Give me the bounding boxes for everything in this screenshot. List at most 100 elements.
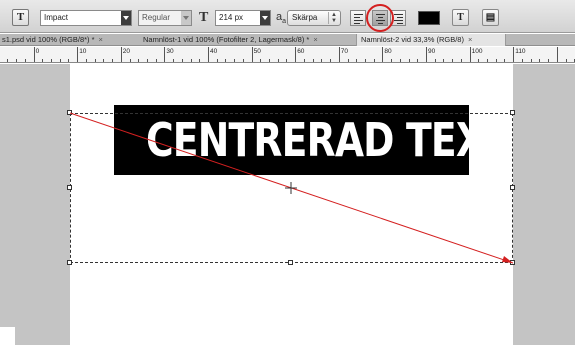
ruler-tick [530,59,532,62]
ruler-tick [234,59,236,62]
close-icon[interactable]: × [468,35,472,44]
ruler-label: 20 [122,48,131,55]
ruler-tick [303,59,305,62]
ruler-tick [356,59,358,62]
text-color-swatch[interactable] [418,11,440,25]
ruler-tick [277,59,279,62]
ruler-tick [399,59,401,62]
handle-bottom-middle[interactable] [288,260,293,265]
ruler-tick [426,47,427,62]
font-style-value: Regular [142,13,171,22]
ruler-tick [434,59,436,62]
ruler-tick [33,47,35,62]
text-bounding-box[interactable] [70,113,513,263]
ruler-tick [338,47,340,62]
highlight-circle [366,4,394,32]
ruler-tick [42,59,44,62]
ruler-label: 40 [210,48,218,55]
ruler-tick [85,59,87,62]
ruler-tick [208,47,209,62]
handle-top-right[interactable] [510,110,515,115]
font-size-icon: T [199,10,209,25]
horizontal-ruler[interactable]: 100102030405060708090100110 [0,47,575,63]
ruler-tick [112,59,114,62]
antialias-icon: aa [276,11,287,26]
ruler-label: 50 [253,48,261,55]
ruler-label: 60 [297,48,305,55]
font-family-select[interactable]: Impact [40,10,132,26]
align-left-button[interactable] [350,10,366,26]
chevron-down-icon [260,11,270,25]
ruler-tick [312,59,314,62]
ruler-tick [24,59,26,62]
tab-namnlost-1[interactable]: Namnlöst-1 vid 100% (Fotofilter 2, Lager… [143,34,353,46]
ruler-tick [330,59,332,62]
ruler-label: 70 [340,48,349,55]
align-left-icon [354,14,363,26]
ruler-tick [7,59,9,62]
ruler-tick [565,59,567,62]
ruler-tick [155,59,157,62]
handle-middle-right[interactable] [510,185,515,190]
align-right-icon [394,14,403,26]
chevron-down-icon [121,11,131,25]
ruler-tick [373,59,375,62]
warp-text-icon: T [457,12,464,23]
ruler-tick [260,59,262,62]
font-family-value: Impact [44,13,69,22]
close-icon[interactable]: × [99,35,103,44]
ruler-label: 100 [471,48,483,55]
ruler-tick [513,47,515,62]
tab-label: Namnlöst-1 vid 100% (Fotofilter 2, Lager… [143,35,310,44]
ruler-tick [321,59,323,62]
handle-middle-left[interactable] [67,185,72,190]
panel-icon: ▤ [485,12,496,23]
ruler-tick [469,47,471,62]
ruler-tick [138,59,140,62]
ruler-tick [286,59,288,62]
ruler-label: 30 [166,48,174,55]
ruler-tick [146,59,148,62]
antialias-select[interactable]: Skärpa ▲ ▼ [287,10,341,26]
ruler-label: 0 [35,48,40,55]
ruler-tick [408,59,410,62]
tab-namnlost-2[interactable]: Namnlöst-2 vid 33,3% (RGB/8) × [356,34,506,46]
stepper-icon: ▲ ▼ [328,12,339,24]
ruler-tick [548,59,550,62]
ruler-label: 10 [79,48,87,55]
close-icon[interactable]: × [313,35,317,44]
ruler-tick [129,59,131,62]
ruler-tick [181,59,183,62]
ruler-tick [216,59,218,62]
font-size-select[interactable]: 214 px [215,10,271,26]
handle-top-left[interactable] [67,110,72,115]
tab-s1[interactable]: s1.psd vid 100% (RGB/8*) * × [2,34,132,46]
ruler-label: 80 [384,48,392,55]
ruler-tick [443,59,445,62]
options-bar: T Impact Regular T 214 px aa Skärpa ▲ ▼ T… [0,0,575,33]
antialias-value: Skärpa [292,13,318,22]
handle-bottom-right[interactable] [510,260,515,265]
ruler-label: 90 [428,48,436,55]
ruler-tick [269,59,271,62]
ruler-tick [382,47,384,62]
character-panel-button[interactable]: ▤ [482,9,499,26]
font-style-select[interactable]: Regular [138,10,192,26]
ruler-tick [51,59,53,62]
handle-bottom-left[interactable] [67,260,72,265]
ruler-tick [521,59,523,62]
ruler-tick [16,59,18,62]
ruler-label: 110 [515,48,526,55]
ruler-tick [504,59,506,62]
warp-text-button[interactable]: T [452,9,469,26]
chevron-down-icon [181,11,191,25]
tab-label: Namnlöst-2 vid 33,3% (RGB/8) [361,35,464,44]
ruler-tick [120,47,122,62]
ruler-tick [417,59,419,62]
ruler-tick [77,47,79,62]
ruler-tick [173,59,175,62]
ruler-tick [199,59,201,62]
text-tool-icon[interactable]: T [12,9,29,26]
ruler-tick [190,59,192,62]
document-tab-bar: s1.psd vid 100% (RGB/8*) * × Namnlöst-1 v… [0,34,575,46]
